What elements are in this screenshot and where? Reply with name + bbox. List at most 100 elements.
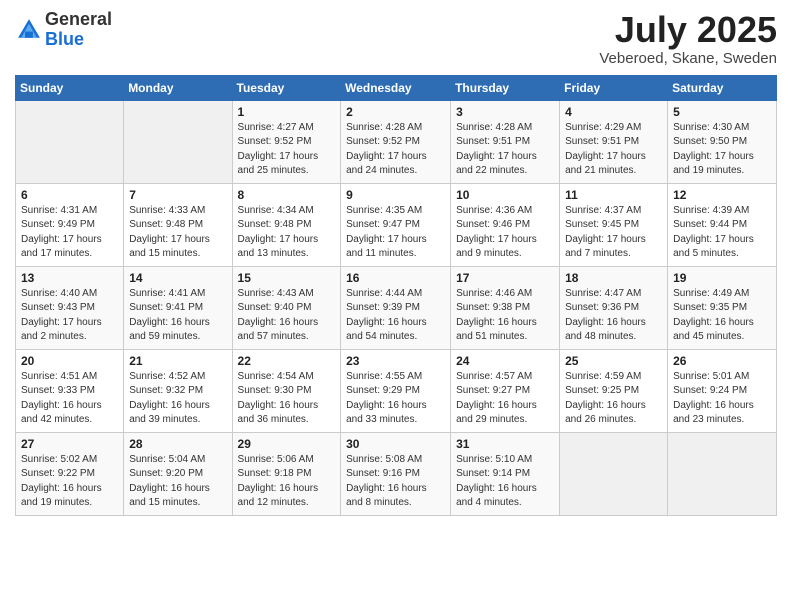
day-number: 28 [129,437,226,451]
calendar-cell: 2 Sunrise: 4:28 AM Sunset: 9:52 PM Daylig… [341,100,451,183]
day-info: Sunrise: 4:52 AM Sunset: 9:32 PM Dayligh… [129,370,226,428]
weekday-tuesday: Tuesday [232,75,341,100]
logo-text: General Blue [45,10,112,50]
day-info: Sunrise: 4:47 AM Sunset: 9:36 PM Dayligh… [565,287,662,345]
calendar-cell: 10Sunrise: 4:36 AM Sunset: 9:46 PM Dayli… [451,183,560,266]
weekday-header-row: SundayMondayTuesdayWednesdayThursdayFrid… [16,75,777,100]
weekday-sunday: Sunday [16,75,124,100]
header: General Blue July 2025 Veberoed, Skane, … [15,10,777,67]
day-info: Sunrise: 4:36 AM Sunset: 9:46 PM Dayligh… [456,204,554,262]
week-row-3: 13Sunrise: 4:40 AM Sunset: 9:43 PM Dayli… [16,266,777,349]
day-info: Sunrise: 5:04 AM Sunset: 9:20 PM Dayligh… [129,453,226,511]
day-number: 23 [346,354,445,368]
day-number: 27 [21,437,118,451]
day-number: 19 [673,271,771,285]
day-info: Sunrise: 4:41 AM Sunset: 9:41 PM Dayligh… [129,287,226,345]
calendar-cell: 17 Sunrise: 4:46 AM Sunset: 9:38 PM Dayli… [451,266,560,349]
day-info: Sunrise: 4:34 AM Sunset: 9:48 PM Dayligh… [238,204,336,262]
calendar-cell: 28 Sunrise: 5:04 AM Sunset: 9:20 PM Dayli… [124,432,232,515]
day-info: Sunrise: 4:29 AM Sunset: 9:51 PM Dayligh… [565,121,662,179]
day-number: 2 [346,105,445,119]
weekday-friday: Friday [560,75,668,100]
day-number: 3 [456,105,554,119]
weekday-saturday: Saturday [668,75,777,100]
day-number: 22 [238,354,336,368]
calendar-cell: 19Sunrise: 4:49 AM Sunset: 9:35 PM Dayli… [668,266,777,349]
location-title: Veberoed, Skane, Sweden [599,50,777,67]
calendar-cell: 23 Sunrise: 4:55 AM Sunset: 9:29 PM Dayli… [341,349,451,432]
day-number: 13 [21,271,118,285]
day-number: 11 [565,188,662,202]
calendar-cell [124,100,232,183]
day-number: 8 [238,188,336,202]
calendar-cell: 24Sunrise: 4:57 AM Sunset: 9:27 PM Dayli… [451,349,560,432]
calendar-cell: 26Sunrise: 5:01 AM Sunset: 9:24 PM Dayli… [668,349,777,432]
calendar-cell: 20 Sunrise: 4:51 AM Sunset: 9:33 PM Dayli… [16,349,124,432]
week-row-4: 20 Sunrise: 4:51 AM Sunset: 9:33 PM Dayli… [16,349,777,432]
logo: General Blue [15,10,112,50]
day-number: 7 [129,188,226,202]
calendar-cell: 7 Sunrise: 4:33 AM Sunset: 9:48 PM Daylig… [124,183,232,266]
day-number: 17 [456,271,554,285]
calendar-cell: 30 Sunrise: 5:08 AM Sunset: 9:16 PM Dayli… [341,432,451,515]
weekday-wednesday: Wednesday [341,75,451,100]
day-info: Sunrise: 4:55 AM Sunset: 9:29 PM Dayligh… [346,370,445,428]
calendar-cell: 8 Sunrise: 4:34 AM Sunset: 9:48 PM Daylig… [232,183,341,266]
calendar-cell: 3Sunrise: 4:28 AM Sunset: 9:51 PM Daylig… [451,100,560,183]
day-info: Sunrise: 5:06 AM Sunset: 9:18 PM Dayligh… [238,453,336,511]
calendar-cell: 22Sunrise: 4:54 AM Sunset: 9:30 PM Dayli… [232,349,341,432]
day-number: 15 [238,271,336,285]
week-row-5: 27 Sunrise: 5:02 AM Sunset: 9:22 PM Dayli… [16,432,777,515]
calendar-cell [16,100,124,183]
day-number: 30 [346,437,445,451]
calendar-cell [668,432,777,515]
day-number: 25 [565,354,662,368]
weekday-monday: Monday [124,75,232,100]
week-row-2: 6Sunrise: 4:31 AM Sunset: 9:49 PM Daylig… [16,183,777,266]
calendar-cell: 25 Sunrise: 4:59 AM Sunset: 9:25 PM Dayli… [560,349,668,432]
day-info: Sunrise: 4:28 AM Sunset: 9:52 PM Dayligh… [346,121,445,179]
calendar-table: SundayMondayTuesdayWednesdayThursdayFrid… [15,75,777,516]
day-number: 6 [21,188,118,202]
day-info: Sunrise: 4:59 AM Sunset: 9:25 PM Dayligh… [565,370,662,428]
calendar-cell: 29 Sunrise: 5:06 AM Sunset: 9:18 PM Dayli… [232,432,341,515]
calendar-cell: 27 Sunrise: 5:02 AM Sunset: 9:22 PM Dayli… [16,432,124,515]
calendar-cell: 15 Sunrise: 4:43 AM Sunset: 9:40 PM Dayli… [232,266,341,349]
weekday-thursday: Thursday [451,75,560,100]
day-info: Sunrise: 4:30 AM Sunset: 9:50 PM Dayligh… [673,121,771,179]
day-number: 14 [129,271,226,285]
day-number: 4 [565,105,662,119]
calendar-cell: 1Sunrise: 4:27 AM Sunset: 9:52 PM Daylig… [232,100,341,183]
day-info: Sunrise: 4:33 AM Sunset: 9:48 PM Dayligh… [129,204,226,262]
logo-icon [15,16,43,44]
day-info: Sunrise: 4:43 AM Sunset: 9:40 PM Dayligh… [238,287,336,345]
week-row-1: 1Sunrise: 4:27 AM Sunset: 9:52 PM Daylig… [16,100,777,183]
day-number: 18 [565,271,662,285]
calendar-cell: 31Sunrise: 5:10 AM Sunset: 9:14 PM Dayli… [451,432,560,515]
day-number: 16 [346,271,445,285]
day-number: 20 [21,354,118,368]
day-info: Sunrise: 4:46 AM Sunset: 9:38 PM Dayligh… [456,287,554,345]
day-number: 21 [129,354,226,368]
logo-general: General [45,9,112,29]
calendar-cell [560,432,668,515]
day-info: Sunrise: 4:35 AM Sunset: 9:47 PM Dayligh… [346,204,445,262]
month-title: July 2025 [599,10,777,50]
page: General Blue July 2025 Veberoed, Skane, … [0,0,792,612]
calendar-cell: 11Sunrise: 4:37 AM Sunset: 9:45 PM Dayli… [560,183,668,266]
calendar-cell: 9 Sunrise: 4:35 AM Sunset: 9:47 PM Daylig… [341,183,451,266]
calendar-cell: 12Sunrise: 4:39 AM Sunset: 9:44 PM Dayli… [668,183,777,266]
calendar-cell: 18 Sunrise: 4:47 AM Sunset: 9:36 PM Dayli… [560,266,668,349]
calendar-cell: 13Sunrise: 4:40 AM Sunset: 9:43 PM Dayli… [16,266,124,349]
day-info: Sunrise: 5:08 AM Sunset: 9:16 PM Dayligh… [346,453,445,511]
day-info: Sunrise: 5:02 AM Sunset: 9:22 PM Dayligh… [21,453,118,511]
calendar-cell: 14 Sunrise: 4:41 AM Sunset: 9:41 PM Dayli… [124,266,232,349]
calendar-cell: 5Sunrise: 4:30 AM Sunset: 9:50 PM Daylig… [668,100,777,183]
day-info: Sunrise: 4:51 AM Sunset: 9:33 PM Dayligh… [21,370,118,428]
day-number: 9 [346,188,445,202]
day-info: Sunrise: 4:44 AM Sunset: 9:39 PM Dayligh… [346,287,445,345]
logo-blue: Blue [45,29,84,49]
day-info: Sunrise: 5:10 AM Sunset: 9:14 PM Dayligh… [456,453,554,511]
day-number: 29 [238,437,336,451]
day-info: Sunrise: 4:27 AM Sunset: 9:52 PM Dayligh… [238,121,336,179]
